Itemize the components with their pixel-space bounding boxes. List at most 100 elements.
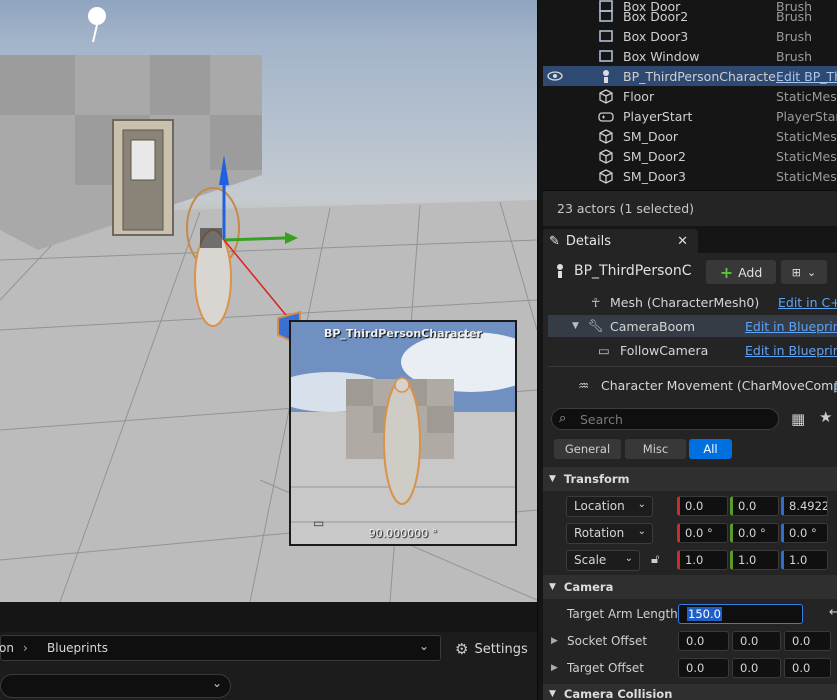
outliner-item-type-link[interactable]: Edit BP_Thi <box>776 69 837 84</box>
component-name: CameraBoom <box>610 318 696 334</box>
star-icon[interactable]: ★ <box>819 408 832 426</box>
movement-icon: ♒︎ <box>578 377 590 393</box>
component-row-selected[interactable]: ▼ 🔧︎ CameraBoom Edit in Blueprint <box>548 315 837 337</box>
scale-dropdown[interactable]: Scale ⌄ <box>566 550 640 571</box>
settings-label: Settings <box>474 641 528 657</box>
camera-preview: BP_ThirdPersonCharacter ▭ 90.000000 ° <box>289 320 517 546</box>
outliner-row-selected[interactable]: BP_ThirdPersonCharacte Edit BP_Thi <box>543 66 837 86</box>
socket-offset-y-input[interactable]: 0.0 <box>732 631 781 651</box>
rotation-dropdown[interactable]: Rotation ⌄ <box>566 523 653 544</box>
component-link[interactable]: Edit in Blueprint <box>745 319 837 334</box>
outliner-row[interactable]: Box Window Brush <box>543 46 837 66</box>
camera-boom-icon: 🔧︎ <box>588 318 604 333</box>
cube-icon <box>598 88 614 104</box>
collapse-arrow-icon: ▼ <box>549 689 556 699</box>
rotation-row: Rotation ⌄ 0.0 ° 0.0 ° 0.0 ° <box>543 520 837 547</box>
preview-angle: 90.000000 ° <box>368 527 438 540</box>
outliner-item-name: SM_Door <box>623 128 679 144</box>
search-input[interactable]: ⌕ Search <box>551 408 779 430</box>
settings-button[interactable]: ⚙ Settings <box>447 637 535 661</box>
breadcrumb[interactable]: on › Blueprints ⌄ <box>0 635 441 661</box>
target-offset-x-input[interactable]: 0.0 <box>678 658 729 678</box>
filter-all-button[interactable]: All <box>689 439 732 459</box>
breadcrumb-separator-icon: › <box>23 641 28 655</box>
location-z-input[interactable]: 8.4922 <box>781 496 828 516</box>
breadcrumb-current[interactable]: Blueprints <box>47 641 108 655</box>
brush-icon <box>598 8 614 24</box>
transform-section-header[interactable]: ▼ Transform <box>543 467 837 491</box>
component-row[interactable]: ☥ Mesh (CharacterMesh0) Edit in C++ <box>548 291 837 313</box>
reset-arrow-icon[interactable]: ← <box>829 605 837 620</box>
rotation-z-input[interactable]: 0.0 ° <box>781 523 828 543</box>
unlock-icon[interactable]: 🔓︎ <box>651 552 659 567</box>
target-arm-length-value: 150.0 <box>687 607 722 621</box>
cube-icon <box>598 148 614 164</box>
outliner-row[interactable]: PlayerStart PlayerStar <box>543 106 837 126</box>
pencil-icon: ✎ <box>549 233 560 249</box>
component-row[interactable]: ♒︎ Character Movement (CharMoveComp) E <box>548 374 837 396</box>
expand-arrow-icon[interactable]: ▶ <box>551 663 558 673</box>
outliner-item-name: SM_Door2 <box>623 148 686 164</box>
camera-section-label: Camera <box>563 580 614 594</box>
outliner-row[interactable]: Box Door2 Brush <box>543 6 837 26</box>
add-component-button[interactable]: + Add <box>706 260 776 284</box>
chevron-down-icon: ⌄ <box>807 265 817 279</box>
socket-offset-x-input[interactable]: 0.0 <box>678 631 729 651</box>
location-dropdown[interactable]: Location ⌄ <box>566 496 653 517</box>
blueprint-options-button[interactable]: ⊞ ⌄ <box>781 260 827 284</box>
eye-icon[interactable] <box>547 69 563 86</box>
rotation-x-input[interactable]: 0.0 ° <box>677 523 728 543</box>
target-arm-length-input[interactable]: 150.0 <box>678 604 803 624</box>
tab-details[interactable]: ✎ Details ✕ <box>543 229 698 253</box>
socket-offset-z-input[interactable]: 0.0 <box>784 631 831 651</box>
camera-collision-section-header[interactable]: ▼ Camera Collision <box>543 684 837 700</box>
location-x-input[interactable]: 0.0 <box>677 496 728 516</box>
breadcrumb-prev[interactable]: on <box>0 641 14 655</box>
outliner-row[interactable]: SM_Door StaticMesh <box>543 126 837 146</box>
outliner-item-type: Brush <box>776 48 813 64</box>
target-offset-z-input[interactable]: 0.0 <box>784 658 831 678</box>
outliner-item-name: SM_Door3 <box>623 168 686 184</box>
scale-y-input[interactable]: 1.0 <box>730 550 779 570</box>
camera-section-header[interactable]: ▼ Camera <box>543 575 837 599</box>
component-link[interactable]: Edit in C++ <box>778 295 837 310</box>
close-icon[interactable]: ✕ <box>677 234 688 249</box>
scale-x-input[interactable]: 1.0 <box>677 550 728 570</box>
actor-count: 23 actors (1 selected) <box>543 190 837 226</box>
collapse-arrow-icon: ▼ <box>549 582 556 592</box>
filter-general-button[interactable]: General <box>554 439 621 459</box>
component-row[interactable]: ▭ FollowCamera Edit in Blueprint <box>548 339 837 361</box>
target-offset-row: ▶ Target Offset 0.0 0.0 0.0 <box>543 655 837 682</box>
transform-section-label: Transform <box>563 472 630 486</box>
brush-icon <box>598 28 614 44</box>
chevron-down-icon: ⌄ <box>637 526 646 537</box>
location-label: Location <box>574 499 625 513</box>
cube-icon <box>598 128 614 144</box>
table-view-icon[interactable]: ▦ <box>791 410 805 428</box>
plus-icon: + <box>719 262 734 282</box>
expand-arrow-icon[interactable]: ▼ <box>572 321 579 331</box>
rotation-y-input[interactable]: 0.0 ° <box>730 523 779 543</box>
cube-icon <box>598 168 614 184</box>
outliner-row[interactable]: SM_Door2 StaticMesh <box>543 146 837 166</box>
outliner-item-type: StaticMesh <box>776 148 837 164</box>
level-viewport[interactable]: BP_ThirdPersonCharacter ▭ 90.000000 ° <box>0 0 537 602</box>
search-placeholder: Search <box>580 412 623 427</box>
outliner-row[interactable]: SM_Door3 StaticMesh <box>543 166 837 186</box>
component-link[interactable]: Edit in Blueprint <box>745 343 837 358</box>
target-offset-y-input[interactable]: 0.0 <box>732 658 781 678</box>
outliner-item-name: Floor <box>623 88 655 104</box>
outliner-item-name: BP_ThirdPersonCharacte <box>623 68 776 84</box>
target-offset-label: Target Offset <box>567 661 644 675</box>
outliner-row[interactable]: Box Door3 Brush <box>543 26 837 46</box>
skeleton-icon <box>553 263 567 282</box>
object-name: BP_ThirdPersonC <box>574 263 692 279</box>
chevron-down-icon[interactable]: ⌄ <box>419 639 429 653</box>
outliner-row[interactable]: Floor StaticMesh <box>543 86 837 106</box>
scale-z-input[interactable]: 1.0 <box>781 550 828 570</box>
path-dropdown[interactable]: ⌄ <box>0 674 231 698</box>
expand-arrow-icon[interactable]: ▶ <box>551 636 558 646</box>
filter-misc-button[interactable]: Misc <box>625 439 686 459</box>
component-name: Character Movement (CharMoveComp) <box>601 377 837 393</box>
location-y-input[interactable]: 0.0 <box>730 496 779 516</box>
